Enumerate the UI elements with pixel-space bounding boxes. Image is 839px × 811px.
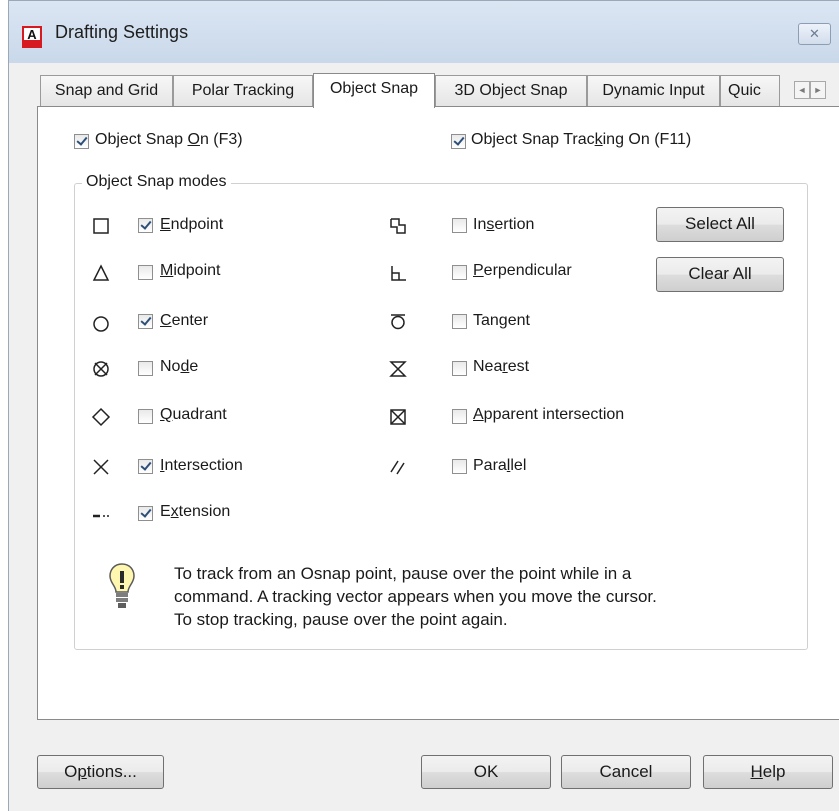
clear-all-button[interactable]: Clear All: [656, 257, 784, 292]
object-snap-tracking-label[interactable]: Object Snap Tracking On (F11): [471, 131, 691, 149]
extension-checkbox[interactable]: [138, 506, 153, 521]
select-all-button[interactable]: Select All: [656, 207, 784, 242]
node-icon: [93, 361, 109, 377]
svg-text:A: A: [27, 27, 37, 42]
endpoint-label[interactable]: Endpoint: [160, 216, 223, 234]
tangent-label[interactable]: Tangent: [473, 312, 530, 330]
object-snap-on-checkbox[interactable]: [74, 134, 89, 149]
arrow-left-icon: ◄: [797, 85, 807, 95]
slashes-parallel-icon: [390, 460, 405, 475]
tab-3d-object-snap[interactable]: 3D Object Snap: [435, 75, 587, 108]
insertion-checkbox[interactable]: [452, 218, 467, 233]
intersection-label[interactable]: Intersection: [160, 457, 243, 475]
circle-center-icon: [93, 316, 109, 332]
tab-quick-properties[interactable]: Quic: [720, 75, 780, 108]
insertion-icon: [390, 218, 406, 234]
perpendicular-checkbox[interactable]: [452, 265, 467, 280]
parallel-label[interactable]: Parallel: [473, 457, 526, 475]
tab-snap-and-grid[interactable]: Snap and Grid: [40, 75, 173, 108]
object-snap-on-label[interactable]: Object Snap On (F3): [95, 131, 243, 149]
midpoint-checkbox[interactable]: [138, 265, 153, 280]
tab-object-snap[interactable]: Object Snap: [313, 73, 435, 108]
center-checkbox[interactable]: [138, 314, 153, 329]
tab-polar-tracking[interactable]: Polar Tracking: [173, 75, 313, 108]
insertion-label[interactable]: Insertion: [473, 216, 534, 234]
tab-scroll-right-button[interactable]: ►: [810, 81, 826, 99]
object-snap-tracking-checkbox[interactable]: [451, 134, 466, 149]
cancel-button[interactable]: Cancel: [561, 755, 691, 789]
quadrant-checkbox[interactable]: [138, 409, 153, 424]
arrow-right-icon: ►: [813, 85, 823, 95]
close-button[interactable]: ✕: [798, 23, 831, 45]
object-snap-panel: Object Snap On (F3) Object Snap Tracking…: [37, 106, 839, 720]
title-bar[interactable]: A Drafting Settings ✕: [9, 1, 839, 63]
quadrant-label[interactable]: Quadrant: [160, 406, 227, 424]
tab-scroll-left-button[interactable]: ◄: [794, 81, 810, 99]
tangent-checkbox[interactable]: [452, 314, 467, 329]
help-button[interactable]: Help: [703, 755, 833, 789]
apparent-intersection-checkbox[interactable]: [452, 409, 467, 424]
boxed-x-apparent-icon: [390, 409, 406, 425]
parallel-checkbox[interactable]: [452, 459, 467, 474]
lightbulb-icon: [109, 563, 135, 608]
endpoint-checkbox[interactable]: [138, 218, 153, 233]
autocad-logo-icon: A: [22, 26, 42, 48]
extension-label[interactable]: Extension: [160, 503, 230, 521]
triangle-midpoint-icon: [92, 264, 110, 281]
window-title: Drafting Settings: [55, 22, 189, 42]
node-checkbox[interactable]: [138, 361, 153, 376]
dashes-extension-icon: [93, 514, 109, 518]
hourglass-nearest-icon: [389, 361, 407, 377]
tab-dynamic-input[interactable]: Dynamic Input: [587, 75, 720, 108]
tangent-icon: [391, 314, 405, 330]
close-icon: ✕: [809, 26, 820, 41]
square-endpoint-icon: [93, 218, 109, 234]
tracking-info-text: To track from an Osnap point, pause over…: [174, 564, 657, 629]
ok-button[interactable]: OK: [421, 755, 551, 789]
midpoint-label[interactable]: Midpoint: [160, 262, 220, 280]
x-intersection-icon: [93, 459, 109, 475]
drafting-settings-dialog: A Drafting Settings ✕ Snap and Grid Pola…: [8, 0, 839, 811]
apparent-intersection-label[interactable]: Apparent intersection: [473, 406, 624, 424]
nearest-checkbox[interactable]: [452, 361, 467, 376]
options-button[interactable]: Options...: [37, 755, 164, 789]
nearest-label[interactable]: Nearest: [473, 358, 529, 376]
perpendicular-icon: [391, 266, 406, 281]
center-label[interactable]: Center: [160, 312, 208, 330]
diamond-quadrant-icon: [91, 407, 111, 427]
node-label[interactable]: Node: [160, 358, 198, 376]
snap-modes-group-title: Object Snap modes: [82, 173, 231, 191]
perpendicular-label[interactable]: Perpendicular: [473, 262, 572, 280]
intersection-checkbox[interactable]: [138, 459, 153, 474]
